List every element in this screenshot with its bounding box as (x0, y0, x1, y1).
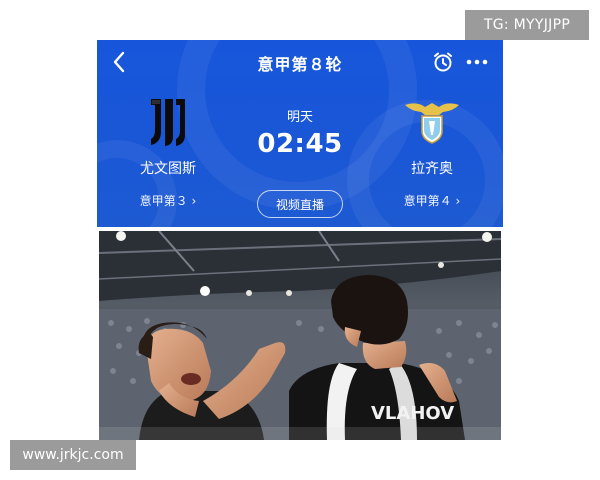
juventus-crest-icon (113, 96, 223, 148)
away-team-rank: 意甲第４ (403, 194, 452, 208)
lazio-eagle-crest-icon (377, 96, 487, 148)
home-team-name: 尤文图斯 (140, 161, 196, 177)
home-team-rank: 意甲第３ (139, 194, 188, 208)
more-options-button[interactable] (463, 49, 491, 75)
video-live-button[interactable]: 视频直播 (257, 190, 343, 218)
chevron-right-icon: › (187, 194, 197, 208)
alarm-reminder-button[interactable] (430, 49, 456, 75)
away-team-name: 拉齐奥 (411, 161, 453, 177)
more-dots-icon (466, 59, 488, 65)
home-team-rank-link[interactable]: 意甲第３ › (113, 192, 223, 209)
match-day-label: 明天 (286, 110, 313, 125)
away-team-rank-link[interactable]: 意甲第４ › (377, 192, 487, 209)
match-time-block: 明天 02:45 (240, 106, 360, 159)
site-watermark: www.jrkjc.com (10, 440, 136, 470)
kickoff-time: 02:45 (257, 129, 343, 159)
telegram-watermark: TG: MYYJJPP (465, 10, 589, 40)
players-celebration-photo: VLAHOV (99, 231, 501, 440)
away-team[interactable]: 拉齐奥 意甲第４ › (377, 96, 487, 209)
match-card: 意甲第８轮 尤文图斯 意甲第３ › 明天 02:45 视频直播 拉齐奥 意甲第４… (97, 40, 503, 227)
home-team[interactable]: 尤文图斯 意甲第３ › (113, 96, 223, 209)
page: 意甲第８轮 尤文图斯 意甲第３ › 明天 02:45 视频直播 拉齐奥 意甲第４… (0, 0, 600, 480)
chevron-right-icon: › (451, 194, 461, 208)
alarm-clock-icon (434, 52, 452, 72)
jersey-name-text: VLAHOV (371, 403, 454, 424)
